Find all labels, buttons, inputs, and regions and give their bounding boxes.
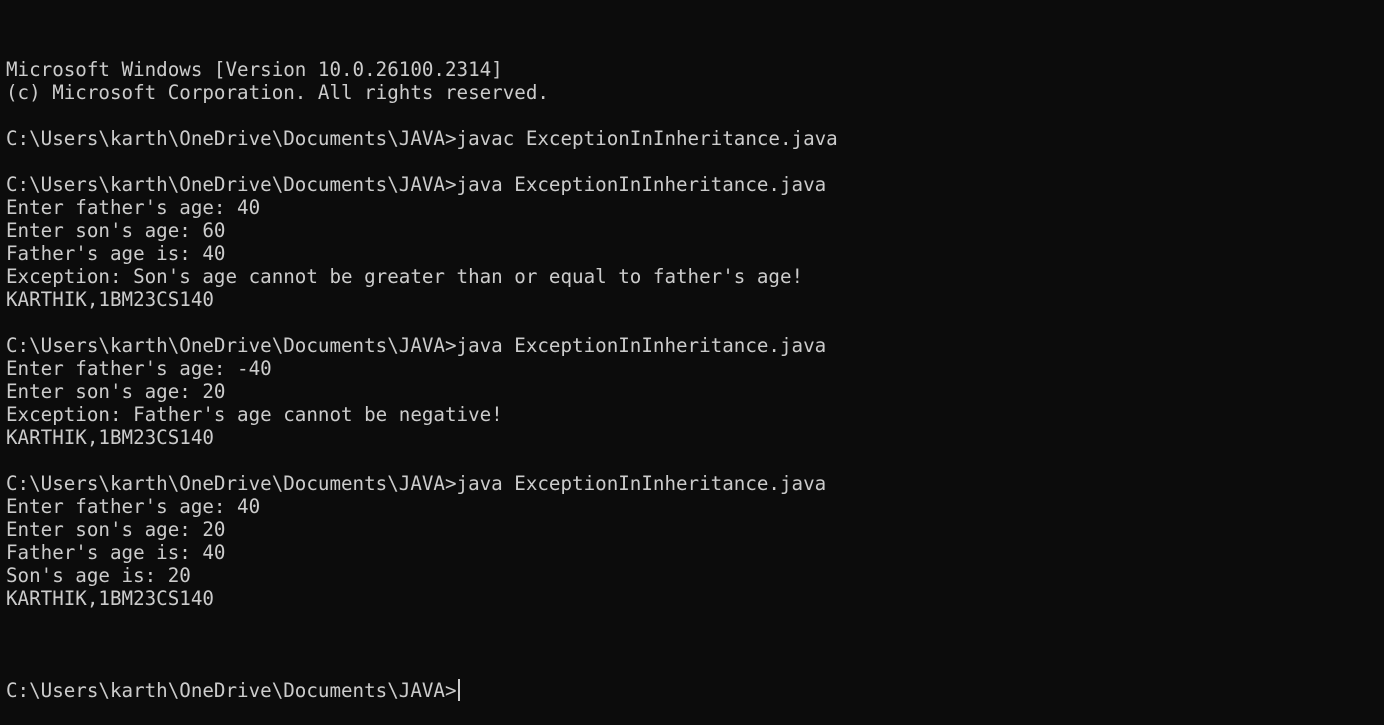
terminal-line: Enter son's age: 60 [6,219,226,242]
terminal-line: C:\Users\karth\OneDrive\Documents\JAVA>j… [6,334,827,357]
terminal-line: Microsoft Windows [Version 10.0.26100.23… [6,58,503,81]
terminal-line: (c) Microsoft Corporation. All rights re… [6,81,549,104]
terminal-line: KARTHIK,1BM23CS140 [6,426,214,449]
terminal-line: Son's age is: 20 [6,564,191,587]
terminal-prompt-line[interactable]: C:\Users\karth\OneDrive\Documents\JAVA> [6,679,1384,702]
text-cursor [457,679,460,701]
terminal-line: Exception: Father's age cannot be negati… [6,403,503,426]
terminal-line: C:\Users\karth\OneDrive\Documents\JAVA>j… [6,472,827,495]
terminal-line: Father's age is: 40 [6,541,226,564]
terminal-line: C:\Users\karth\OneDrive\Documents\JAVA>j… [6,127,838,150]
terminal-prompt: C:\Users\karth\OneDrive\Documents\JAVA> [6,679,457,702]
terminal-line: C:\Users\karth\OneDrive\Documents\JAVA>j… [6,173,827,196]
terminal-line: Enter son's age: 20 [6,518,226,541]
terminal-line: KARTHIK,1BM23CS140 [6,587,214,610]
terminal-line: Enter father's age: 40 [6,495,261,518]
terminal-line: KARTHIK,1BM23CS140 [6,288,214,311]
terminal-window[interactable]: Microsoft Windows [Version 10.0.26100.23… [0,0,1384,702]
terminal-line: Enter father's age: 40 [6,196,261,219]
terminal-line: Enter father's age: -40 [6,357,272,380]
terminal-line: Father's age is: 40 [6,242,226,265]
terminal-output: Microsoft Windows [Version 10.0.26100.23… [6,58,1384,633]
terminal-line: Exception: Son's age cannot be greater t… [6,265,804,288]
terminal-line: Enter son's age: 20 [6,380,226,403]
